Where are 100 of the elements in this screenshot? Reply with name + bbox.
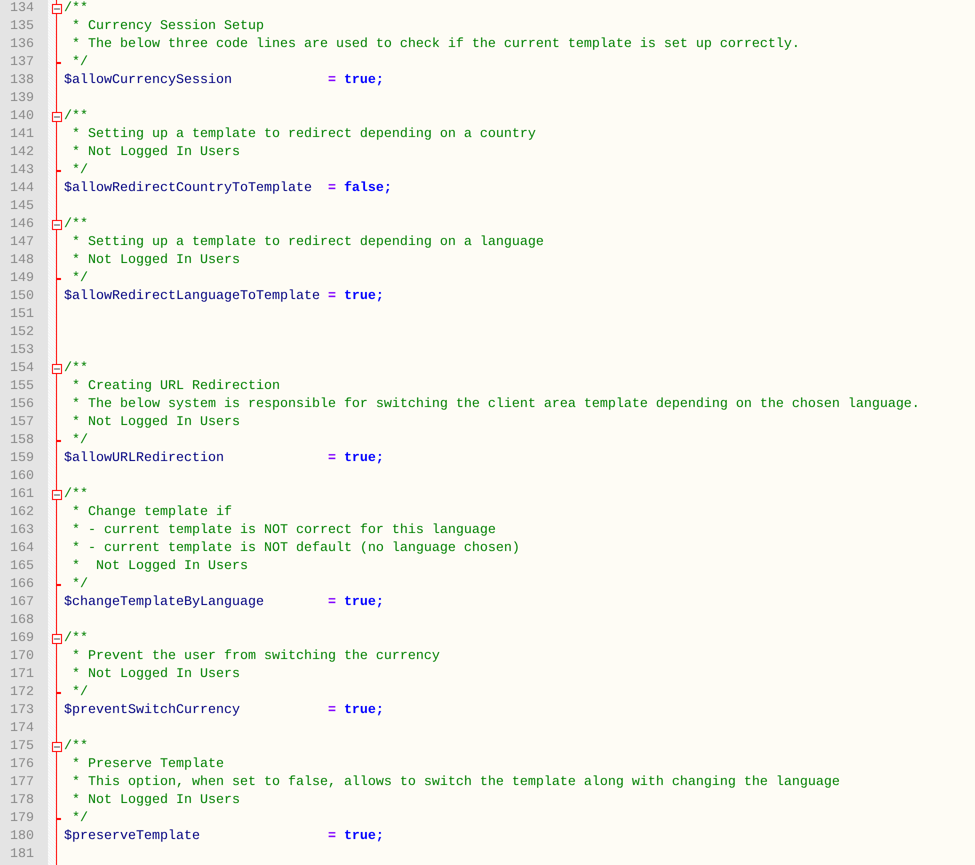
comment-text: * Preserve Template <box>71 757 224 772</box>
comment-text: * Setting up a template to redirect depending on a language <box>71 235 544 250</box>
variable-name: $preventSwitchCurrency <box>64 702 241 720</box>
line-number: 148 <box>9 252 35 270</box>
comment-text: /** <box>64 487 88 502</box>
fold-collapse-icon[interactable] <box>52 634 62 644</box>
variable-name: $allowRedirectCountryToTemplate <box>64 180 313 198</box>
boolean-value: true; <box>344 73 384 88</box>
assignment-operator: = <box>328 181 336 196</box>
assignment-operator: = <box>328 703 336 718</box>
line-number: 138 <box>9 72 35 90</box>
comment-text: /** <box>64 217 88 232</box>
line-number: 152 <box>9 324 35 342</box>
comment-text: * Prevent the user from switching the currency <box>71 649 440 664</box>
comment-text: * The below system is responsible for switching the client area template depending on the chosen language. <box>71 397 920 412</box>
comment-text: */ <box>71 433 88 448</box>
line-number: 162 <box>9 504 35 522</box>
line-number: 169 <box>9 630 35 648</box>
line-number: 166 <box>9 576 35 594</box>
assignment-operator: = <box>328 595 336 610</box>
line-number: 156 <box>9 396 35 414</box>
fold-collapse-icon[interactable] <box>52 364 62 374</box>
assignment-operator: = <box>328 73 336 88</box>
line-number: 139 <box>9 90 35 108</box>
boolean-value: true; <box>344 451 384 466</box>
variable-name: $allowCurrencySession <box>64 72 233 90</box>
line-number: 151 <box>9 306 35 324</box>
comment-text: * Creating URL Redirection <box>71 379 280 394</box>
assignment-operator: = <box>328 451 336 466</box>
line-number: 149 <box>9 270 35 288</box>
line-number: 135 <box>9 18 35 36</box>
boolean-value: true; <box>344 289 384 304</box>
line-number: 179 <box>9 810 35 828</box>
line-number: 177 <box>9 774 35 792</box>
line-number: 170 <box>9 648 35 666</box>
line-number: 142 <box>9 144 35 162</box>
comment-text: * Not Logged In Users <box>71 415 240 430</box>
line-number: 140 <box>9 108 35 126</box>
line-number: 145 <box>9 198 35 216</box>
line-number: 141 <box>9 126 35 144</box>
line-number: 175 <box>9 738 35 756</box>
boolean-value: true; <box>344 595 384 610</box>
comment-text: * Not Logged In Users <box>71 145 240 160</box>
comment-text: /** <box>64 739 88 754</box>
boolean-value: true; <box>344 703 384 718</box>
comment-text: */ <box>71 577 88 592</box>
assignment-operator: = <box>328 829 336 844</box>
boolean-value: true; <box>344 829 384 844</box>
comment-text: * - current template is NOT default (no language chosen) <box>71 541 520 556</box>
line-number: 134 <box>9 0 35 18</box>
comment-text: */ <box>71 163 88 178</box>
line-number: 167 <box>9 594 35 612</box>
comment-text: * Not Logged In Users <box>71 559 248 574</box>
line-number: 154 <box>9 360 35 378</box>
variable-name: $changeTemplateByLanguage <box>64 594 265 612</box>
comment-text: * Not Logged In Users <box>71 793 240 808</box>
line-number: 173 <box>9 702 35 720</box>
fold-collapse-icon[interactable] <box>52 220 62 230</box>
fold-collapse-icon[interactable] <box>52 4 62 14</box>
comment-text: */ <box>71 811 88 826</box>
comment-text: */ <box>71 55 88 70</box>
variable-name: $preserveTemplate <box>64 828 201 846</box>
line-number: 144 <box>9 180 35 198</box>
comment-text: /** <box>64 631 88 646</box>
line-number: 160 <box>9 468 35 486</box>
line-number: 181 <box>9 846 35 864</box>
comment-text: /** <box>64 1 88 16</box>
line-number: 143 <box>9 162 35 180</box>
comment-text: * This option, when set to false, allows to switch the template along with changing the language <box>71 775 840 790</box>
variable-name: $allowRedirectLanguageToTemplate <box>64 288 321 306</box>
comment-text: * Setting up a template to redirect depending on a country <box>71 127 536 142</box>
line-number: 161 <box>9 486 35 504</box>
comment-text: /** <box>64 361 88 376</box>
line-number: 146 <box>9 216 35 234</box>
line-number: 150 <box>9 288 35 306</box>
comment-text: * Not Logged In Users <box>71 667 240 682</box>
comment-text: * Currency Session Setup <box>71 19 264 34</box>
line-number: 137 <box>9 54 35 72</box>
comment-text: * Not Logged In Users <box>71 253 240 268</box>
line-number: 164 <box>9 540 35 558</box>
fold-collapse-icon[interactable] <box>52 112 62 122</box>
line-number: 174 <box>9 720 35 738</box>
line-number: 136 <box>9 36 35 54</box>
line-number: 172 <box>9 684 35 702</box>
line-number: 180 <box>9 828 35 846</box>
boolean-value: false; <box>344 181 392 196</box>
variable-name: $allowURLRedirection <box>64 450 225 468</box>
line-number: 168 <box>9 612 35 630</box>
assignment-operator: = <box>328 289 336 304</box>
line-number: 163 <box>9 522 35 540</box>
fold-collapse-icon[interactable] <box>52 742 62 752</box>
line-number: 157 <box>9 414 35 432</box>
comment-text: */ <box>71 271 88 286</box>
comment-text: * Change template if <box>71 505 232 520</box>
fold-collapse-icon[interactable] <box>52 490 62 500</box>
line-number: 147 <box>9 234 35 252</box>
comment-text: /** <box>64 109 88 124</box>
line-number: 171 <box>9 666 35 684</box>
line-number: 158 <box>9 432 35 450</box>
line-number: 178 <box>9 792 35 810</box>
